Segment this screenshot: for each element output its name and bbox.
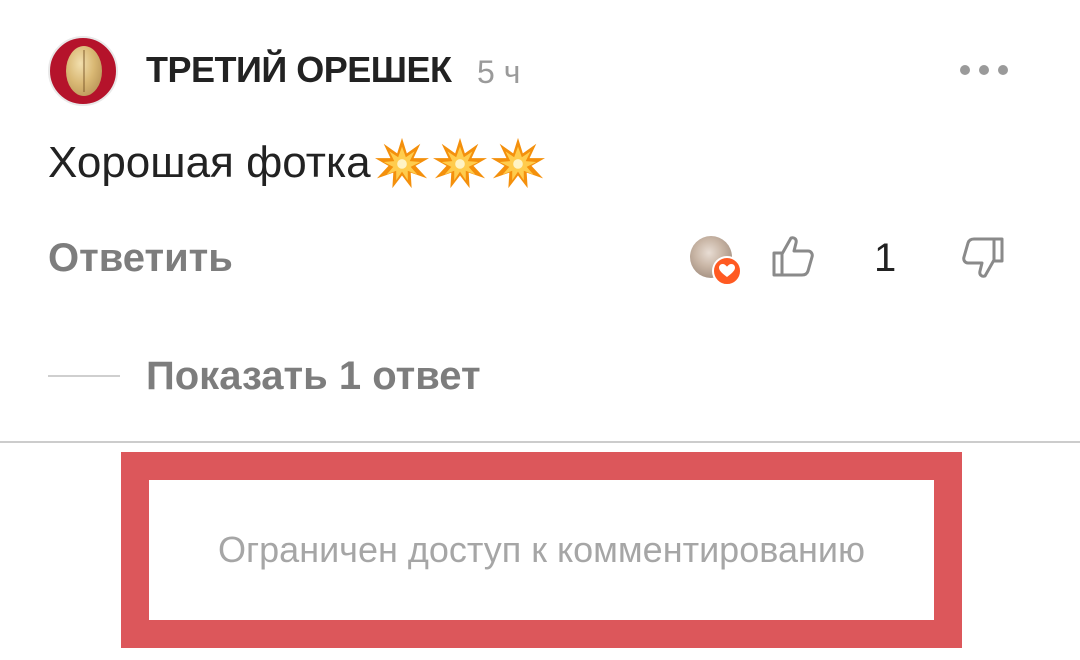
show-replies-button[interactable]: Показать 1 ответ <box>146 354 481 398</box>
comment-time: 5 ч <box>477 54 521 90</box>
comment-item: ТРЕТИЙ ОРЕШЕК 5 ч Хорошая фотка Ответить… <box>0 0 1080 442</box>
replies-divider <box>48 375 120 377</box>
collision-emoji-icon <box>374 137 429 189</box>
author-name[interactable]: ТРЕТИЙ ОРЕШЕК <box>146 50 452 90</box>
comment-text-row: Хорошая фотка <box>48 136 547 190</box>
section-divider <box>0 441 1080 443</box>
like-count: 1 <box>874 236 897 280</box>
comment-text: Хорошая фотка <box>48 138 371 187</box>
comment-restricted-text: Ограничен доступ к комментированию <box>218 529 865 570</box>
comment-restricted-highlight: Ограничен доступ к комментированию <box>121 452 962 648</box>
heart-badge-icon <box>712 256 742 286</box>
comment-restricted-box: Ограничен доступ к комментированию <box>149 480 934 620</box>
reactor-avatar[interactable] <box>690 236 742 286</box>
collision-emoji-icon <box>432 137 487 189</box>
author-avatar[interactable] <box>48 36 118 106</box>
reply-button[interactable]: Ответить <box>48 236 233 280</box>
thumbs-down-icon[interactable] <box>960 235 1006 281</box>
more-options-icon[interactable] <box>960 58 1008 82</box>
thumbs-up-icon[interactable] <box>770 233 816 279</box>
emoji-group <box>373 136 547 190</box>
walnut-image <box>66 46 102 96</box>
collision-emoji-icon <box>490 137 545 189</box>
